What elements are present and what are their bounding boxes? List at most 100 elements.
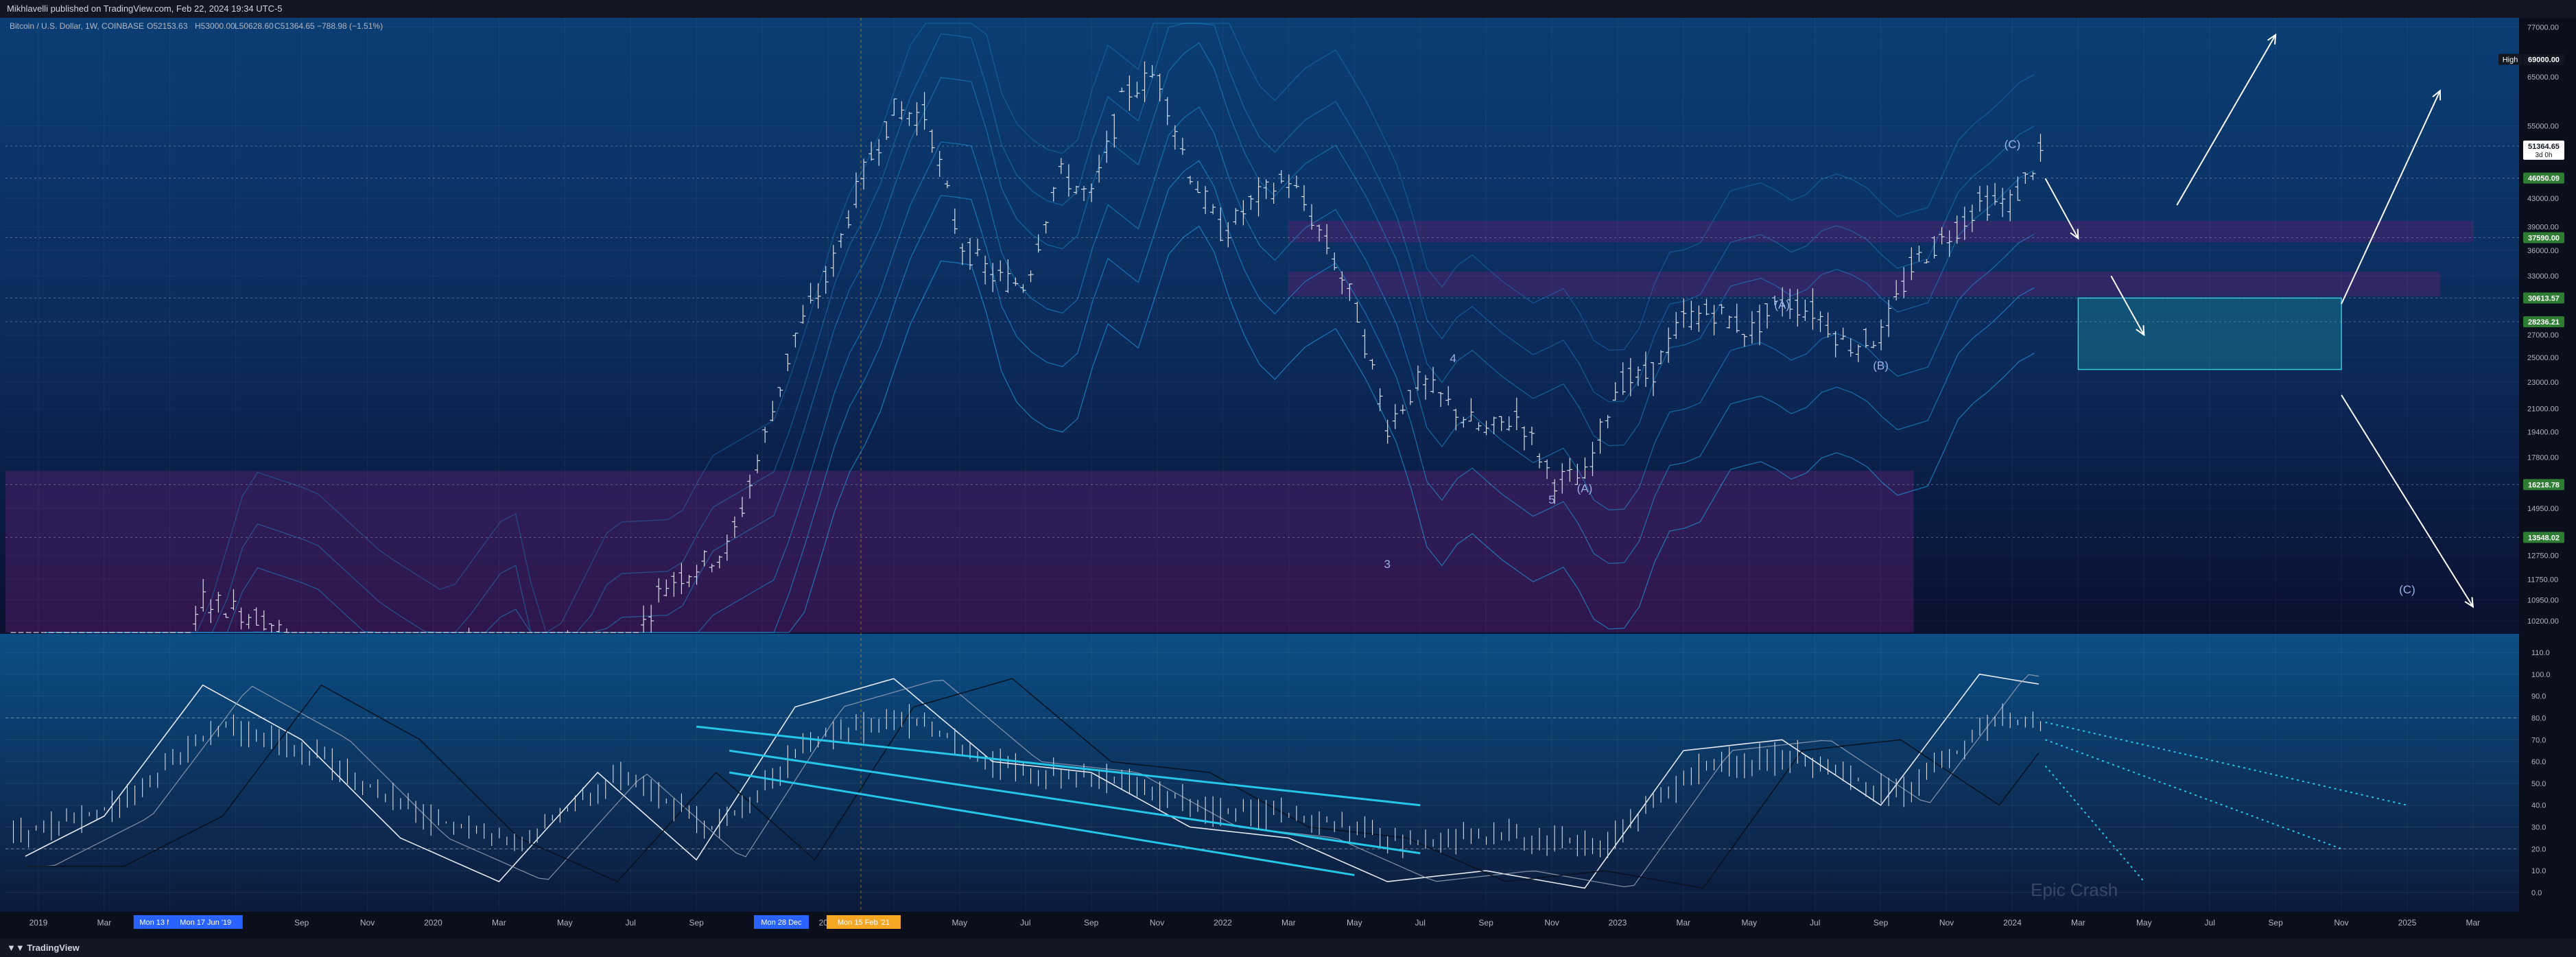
resistance-zone xyxy=(1288,271,2440,296)
ohlc-legend: O52153.63 H53000.00 L50628.60 C51364.65 … xyxy=(147,21,383,31)
price-badge-value: 30613.57 xyxy=(2528,294,2560,303)
y-tick-label: 11750.00 xyxy=(2527,576,2558,584)
y-tick-label: 43000.00 xyxy=(2527,195,2559,203)
price-badge-countdown: 3d 0h xyxy=(2535,152,2552,159)
osc-y-tick-label: 60.0 xyxy=(2531,758,2546,766)
x-tick-label: Jul xyxy=(1810,918,1820,928)
y-tick-label: 12750.00 xyxy=(2527,552,2559,560)
price-badge-value: 46050.09 xyxy=(2528,175,2560,183)
y-tick-label: 10950.00 xyxy=(2527,597,2559,605)
ohlc-change: −788.98 (−1.51%) xyxy=(317,21,383,31)
x-highlight-label: Mon 28 Dec xyxy=(761,919,802,927)
wave-label: 3 xyxy=(1384,558,1391,571)
osc-y-tick-label: 80.0 xyxy=(2531,714,2546,722)
y-tick-label: 39000.00 xyxy=(2527,224,2559,232)
y-tick-label: 23000.00 xyxy=(2527,379,2559,387)
price-badge-value: 37590.00 xyxy=(2528,234,2560,242)
publish-text: Mikhlavelli published on TradingView.com… xyxy=(7,3,283,14)
x-tick-label: Sep xyxy=(2268,918,2283,928)
y-tick-label: 55000.00 xyxy=(2527,123,2559,131)
publish-header: Mikhlavelli published on TradingView.com… xyxy=(0,0,2576,18)
footer-brand: TradingView xyxy=(27,943,80,953)
x-tick-label: May xyxy=(557,918,573,928)
price-badge-value: 69000.00 xyxy=(2528,56,2560,64)
x-tick-label: Nov xyxy=(1544,918,1559,928)
y-tick-label: 36000.00 xyxy=(2527,247,2559,255)
x-tick-label: May xyxy=(1741,918,1757,928)
y-tick-label: 17800.00 xyxy=(2527,454,2559,462)
y-tick-label: 33000.00 xyxy=(2527,272,2559,281)
y-tick-label: 65000.00 xyxy=(2527,73,2559,82)
price-badge-label: High xyxy=(2503,56,2518,64)
x-tick-label: Nov xyxy=(2334,918,2348,928)
x-tick-label: Sep xyxy=(1478,918,1493,928)
x-tick-label: Sep xyxy=(1084,918,1099,928)
x-tick-label: Jul xyxy=(1020,918,1030,928)
x-tick-label: Mar xyxy=(2466,918,2481,928)
x-tick-label: Jul xyxy=(626,918,636,928)
y-tick-label: 27000.00 xyxy=(2527,331,2559,340)
price-badge-value: 28236.21 xyxy=(2528,318,2560,327)
wave-label: (C) xyxy=(2005,138,2021,151)
chart-canvas[interactable]: 3 4 5 (A) (A) (B) (C) (C) 2019 Mar May Jul Sep Nov 20… xyxy=(0,18,2576,938)
wave-label: (A) xyxy=(1774,298,1790,311)
x-tick-label: Sep xyxy=(689,918,704,928)
osc-y-tick-label: 110.0 xyxy=(2531,649,2550,657)
x-tick-label: 2019 xyxy=(29,918,48,928)
wave-label: (B) xyxy=(1873,359,1889,373)
x-tick-label: 2022 xyxy=(1214,918,1232,928)
x-tick-label: Mar xyxy=(1677,918,1691,928)
tradingview-logo[interactable]: ▼▼ TradingView xyxy=(0,943,80,953)
x-tick-label: May xyxy=(952,918,967,928)
x-tick-label: Mar xyxy=(97,918,112,928)
osc-y-tick-label: 10.0 xyxy=(2531,867,2546,875)
x-tick-label: Sep xyxy=(294,918,309,928)
x-tick-label: 2023 xyxy=(1609,918,1627,928)
x-tick-label: May xyxy=(1347,918,1362,928)
y-tick-label: 19400.00 xyxy=(2527,429,2559,437)
x-tick-label: Mar xyxy=(1281,918,1296,928)
osc-y-tick-label: 90.0 xyxy=(2531,693,2546,701)
osc-y-tick-label: 30.0 xyxy=(2531,824,2546,832)
wave-label: (C) xyxy=(2399,583,2415,596)
wave-label: 5 xyxy=(1548,493,1555,506)
x-tick-label: Nov xyxy=(1150,918,1164,928)
osc-y-tick-label: 0.0 xyxy=(2531,889,2542,897)
ohlc-open: O52153.63 xyxy=(147,21,188,31)
x-highlight-label: Mon 17 Jun '19 xyxy=(180,919,231,927)
y-tick-label: 77000.00 xyxy=(2527,24,2559,32)
x-tick-label: Jul xyxy=(1415,918,1426,928)
x-tick-label: 2024 xyxy=(2003,918,2022,928)
x-tick-label: Nov xyxy=(1939,918,1954,928)
x-tick-label: Jul xyxy=(2205,918,2215,928)
y-tick-label: 21000.00 xyxy=(2527,405,2559,414)
x-tick-label: Mar xyxy=(2071,918,2085,928)
x-tick-label: 2020 xyxy=(424,918,442,928)
x-highlight-label: Mon 13 M xyxy=(139,919,173,927)
x-tick-label: 2025 xyxy=(2398,918,2417,928)
y-tick-label: 10200.00 xyxy=(2527,617,2559,626)
y-tick-label: 14950.00 xyxy=(2527,505,2559,513)
x-tick-label: May xyxy=(2136,918,2152,928)
price-badge-value: 16218.78 xyxy=(2528,481,2560,489)
price-badge-value: 51364.65 xyxy=(2528,143,2560,151)
x-highlight-label: Mon 15 Feb '21 xyxy=(838,919,890,927)
oscillator-pane[interactable] xyxy=(0,634,2519,912)
osc-y-tick-label: 50.0 xyxy=(2531,780,2546,788)
ohlc-high: H53000.00 xyxy=(195,21,235,31)
wave-label: 4 xyxy=(1450,352,1456,365)
wave-label: (A) xyxy=(1577,482,1593,495)
price-badge-value: 13548.02 xyxy=(2528,534,2560,542)
x-tick-label: Nov xyxy=(360,918,375,928)
osc-y-tick-label: 100.0 xyxy=(2531,671,2551,679)
x-tick-label: Mar xyxy=(492,918,506,928)
osc-y-tick-label: 20.0 xyxy=(2531,845,2546,853)
osc-y-tick-label: 70.0 xyxy=(2531,736,2546,744)
oscillator-watermark: Epic Crash xyxy=(2031,879,2118,900)
osc-y-tick-label: 40.0 xyxy=(2531,802,2546,810)
ohlc-close: C51364.65 xyxy=(274,21,315,31)
y-tick-label: 25000.00 xyxy=(2527,354,2559,362)
tradingview-footer: ▼▼ TradingView xyxy=(0,938,2576,957)
symbol-legend: Bitcoin / U.S. Dollar, 1W, COINBASE xyxy=(10,21,144,31)
x-tick-label: Sep xyxy=(1874,918,1889,928)
